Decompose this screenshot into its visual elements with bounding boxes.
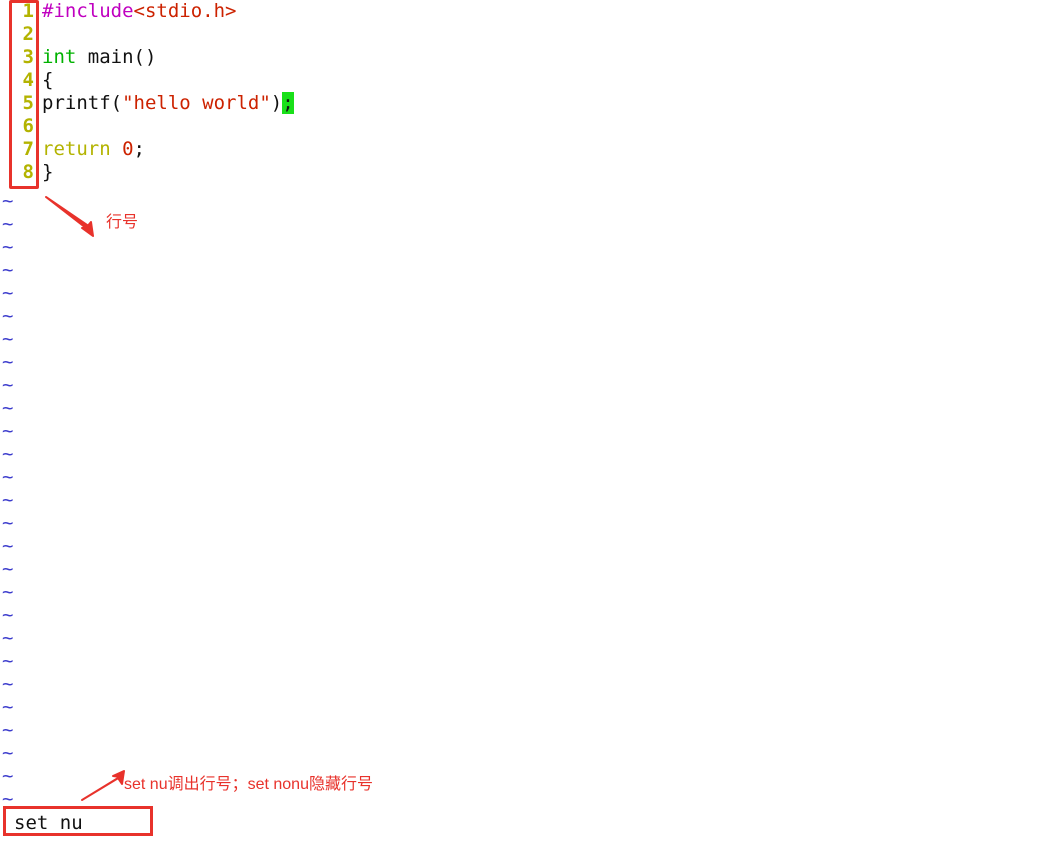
tilde-filler-row: ~	[2, 328, 14, 350]
line-number: 4	[22, 69, 34, 91]
code-token-plain: printf(	[42, 92, 123, 114]
code-line[interactable]: 2	[0, 23, 1038, 46]
code-token-type: int	[42, 46, 77, 68]
code-token-cursor: ;	[282, 92, 294, 114]
code-token-preproc: #include	[42, 0, 134, 22]
code-line-text: return 0;	[42, 138, 145, 161]
line-number: 5	[22, 92, 34, 114]
code-line[interactable]: 4{	[0, 69, 1038, 92]
tilde-filler-row: ~	[2, 305, 14, 327]
tilde-filler-row: ~	[2, 259, 14, 281]
tilde-filler-row: ~	[2, 466, 14, 488]
line-number: 3	[22, 46, 34, 68]
tilde-filler-row: ~	[2, 236, 14, 258]
code-token-plain: )	[270, 92, 283, 114]
line-number-annotation-label: 行号	[106, 214, 139, 231]
line-number: 2	[22, 23, 34, 45]
tilde-filler-row: ~	[2, 650, 14, 672]
code-token-plain: main()	[76, 46, 157, 68]
tilde-filler-row: ~	[2, 558, 14, 580]
command-line-box[interactable]: set nu	[3, 806, 153, 836]
code-line[interactable]: 3 int main()	[0, 46, 1038, 69]
tilde-filler-row: ~	[2, 719, 14, 741]
line-number: 7	[22, 138, 34, 160]
line-number: 8	[22, 161, 34, 183]
tilde-filler-row: ~	[2, 581, 14, 603]
code-token-plain: }	[42, 161, 54, 183]
code-line[interactable]: 6	[0, 115, 1038, 138]
tilde-filler-row: ~	[2, 765, 14, 787]
command-line-input[interactable]: set nu	[6, 809, 150, 835]
tilde-filler-row: ~	[2, 512, 14, 534]
code-line[interactable]: 7 return 0;	[0, 138, 1038, 161]
tilde-filler-row: ~	[2, 742, 14, 764]
code-token-keyword: return	[42, 138, 111, 160]
code-line[interactable]: 8}	[0, 161, 1038, 184]
tilde-filler-row: ~	[2, 397, 14, 419]
code-token-header: <stdio.h>	[133, 0, 237, 22]
tilde-filler-row: ~	[2, 535, 14, 557]
line-number: 1	[22, 0, 34, 22]
tilde-filler-row: ~	[2, 696, 14, 718]
command-hint-annotation: set nu调出行号；set nonu隐藏行号	[80, 765, 480, 810]
code-line-text: }	[42, 161, 53, 184]
code-buffer[interactable]: 1 #include<stdio.h> 2 3 int main() 4{5 printf(…	[0, 0, 1038, 184]
tilde-filler-row: ~	[2, 282, 14, 304]
vim-editor-surface[interactable]: 1 #include<stdio.h> 2 3 int main() 4{5 printf(…	[0, 0, 1038, 850]
code-token-string: "hello world"	[122, 92, 271, 114]
code-token-number: 0	[122, 138, 134, 160]
tilde-filler-row: ~	[2, 190, 14, 212]
line-number-annotation: 行号	[38, 195, 188, 240]
code-line-text: #include<stdio.h>	[42, 0, 236, 23]
code-token-plain: {	[42, 69, 54, 91]
line-number: 6	[22, 115, 34, 137]
tilde-filler-row: ~	[2, 627, 14, 649]
code-line[interactable]: 1 #include<stdio.h>	[0, 0, 1038, 23]
tilde-filler-row: ~	[2, 489, 14, 511]
tilde-filler-column: ~ ~ ~ ~ ~ ~ ~ ~ ~ ~ ~ ~ ~ ~ ~ ~ ~ ~ ~ ~ ~ ~ ~ ~ ~ ~ ~	[0, 190, 40, 811]
tilde-filler-row: ~	[2, 374, 14, 396]
tilde-filler-row: ~	[2, 604, 14, 626]
code-line-text: {	[42, 69, 53, 92]
tilde-filler-row: ~	[2, 420, 14, 442]
code-line[interactable]: 5 printf("hello world");	[0, 92, 1038, 115]
code-token-plain: ;	[133, 138, 145, 160]
tilde-filler-row: ~	[2, 673, 14, 695]
tilde-filler-row: ~	[2, 213, 14, 235]
tilde-filler-row: ~	[2, 351, 14, 373]
command-hint-label: set nu调出行号；set nonu隐藏行号	[124, 776, 373, 793]
code-line-text: int main()	[42, 46, 156, 69]
tilde-filler-row: ~	[2, 443, 14, 465]
code-line-text: printf("hello world");	[42, 92, 294, 115]
